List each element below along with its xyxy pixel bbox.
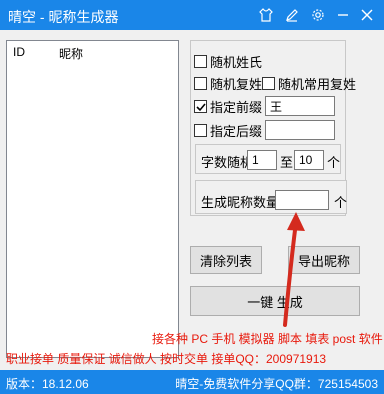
char-count-unit-label: 个: [327, 155, 341, 170]
promo-line-1: 接各种 PC 手机 模拟器 脚本 填表 post 软件: [152, 332, 383, 346]
prefix-input[interactable]: [265, 96, 335, 116]
checkbox-box[interactable]: [262, 77, 275, 90]
checkbox-random-surname[interactable]: 随机姓氏: [194, 52, 262, 71]
checkbox-random-common-compound[interactable]: 随机常用复姓: [262, 74, 356, 93]
checkbox-box[interactable]: [194, 55, 207, 68]
status-bar: 版本：18.12.06 晴空-免费软件分享QQ群：725154503: [0, 370, 384, 394]
checkbox-label: 随机常用复姓: [278, 77, 357, 92]
minimize-icon[interactable]: [334, 6, 352, 24]
char-count-max-input[interactable]: [294, 150, 324, 170]
gen-count-label: 生成昵称数量: [201, 195, 280, 210]
promo-line-2: 职业接单 质量保证 诚信做人 按时交单 接单QQ：200971913: [6, 352, 327, 366]
char-count-min-input[interactable]: [247, 150, 277, 170]
checkbox-box[interactable]: [194, 124, 207, 137]
checkbox-specify-suffix[interactable]: 指定后缀: [194, 121, 262, 140]
checkbox-specify-prefix[interactable]: 指定前缀: [194, 97, 262, 116]
version-text: 版本：18.12.06: [6, 377, 89, 391]
checkbox-box[interactable]: [194, 77, 207, 90]
title-bar: 晴空 - 昵称生成器: [0, 0, 384, 30]
edit-icon[interactable]: [283, 6, 301, 24]
gen-count-input[interactable]: [275, 190, 329, 210]
checkbox-random-compound-surname[interactable]: 随机复姓: [194, 74, 262, 93]
share-group-text: 晴空-免费软件分享QQ群：725154503: [175, 377, 378, 391]
checkbox-label: 指定前缀: [210, 100, 263, 115]
column-header-id[interactable]: ID: [13, 45, 25, 59]
nickname-list[interactable]: ID 昵称: [6, 40, 179, 358]
clear-list-button[interactable]: 清除列表: [190, 246, 262, 274]
settings-icon[interactable]: [309, 6, 327, 24]
checkbox-label: 指定后缀: [210, 124, 263, 139]
close-icon[interactable]: [358, 6, 376, 24]
column-header-nickname[interactable]: 昵称: [59, 45, 83, 62]
checkbox-box[interactable]: [194, 100, 207, 113]
checkbox-label: 随机姓氏: [210, 55, 263, 70]
check-icon: [195, 102, 206, 111]
suffix-input[interactable]: [265, 120, 335, 140]
window-title: 晴空 - 昵称生成器: [8, 9, 119, 25]
checkbox-label: 随机复姓: [210, 77, 263, 92]
skin-icon[interactable]: [257, 6, 275, 24]
gen-count-unit-label: 个: [334, 195, 348, 210]
list-header: ID 昵称: [7, 41, 178, 63]
export-nicknames-button[interactable]: 导出昵称: [288, 246, 360, 274]
char-count-label: 字数随机: [201, 155, 254, 170]
generate-button[interactable]: 一键 生成: [190, 286, 360, 316]
char-count-to-label: 至: [280, 155, 294, 170]
